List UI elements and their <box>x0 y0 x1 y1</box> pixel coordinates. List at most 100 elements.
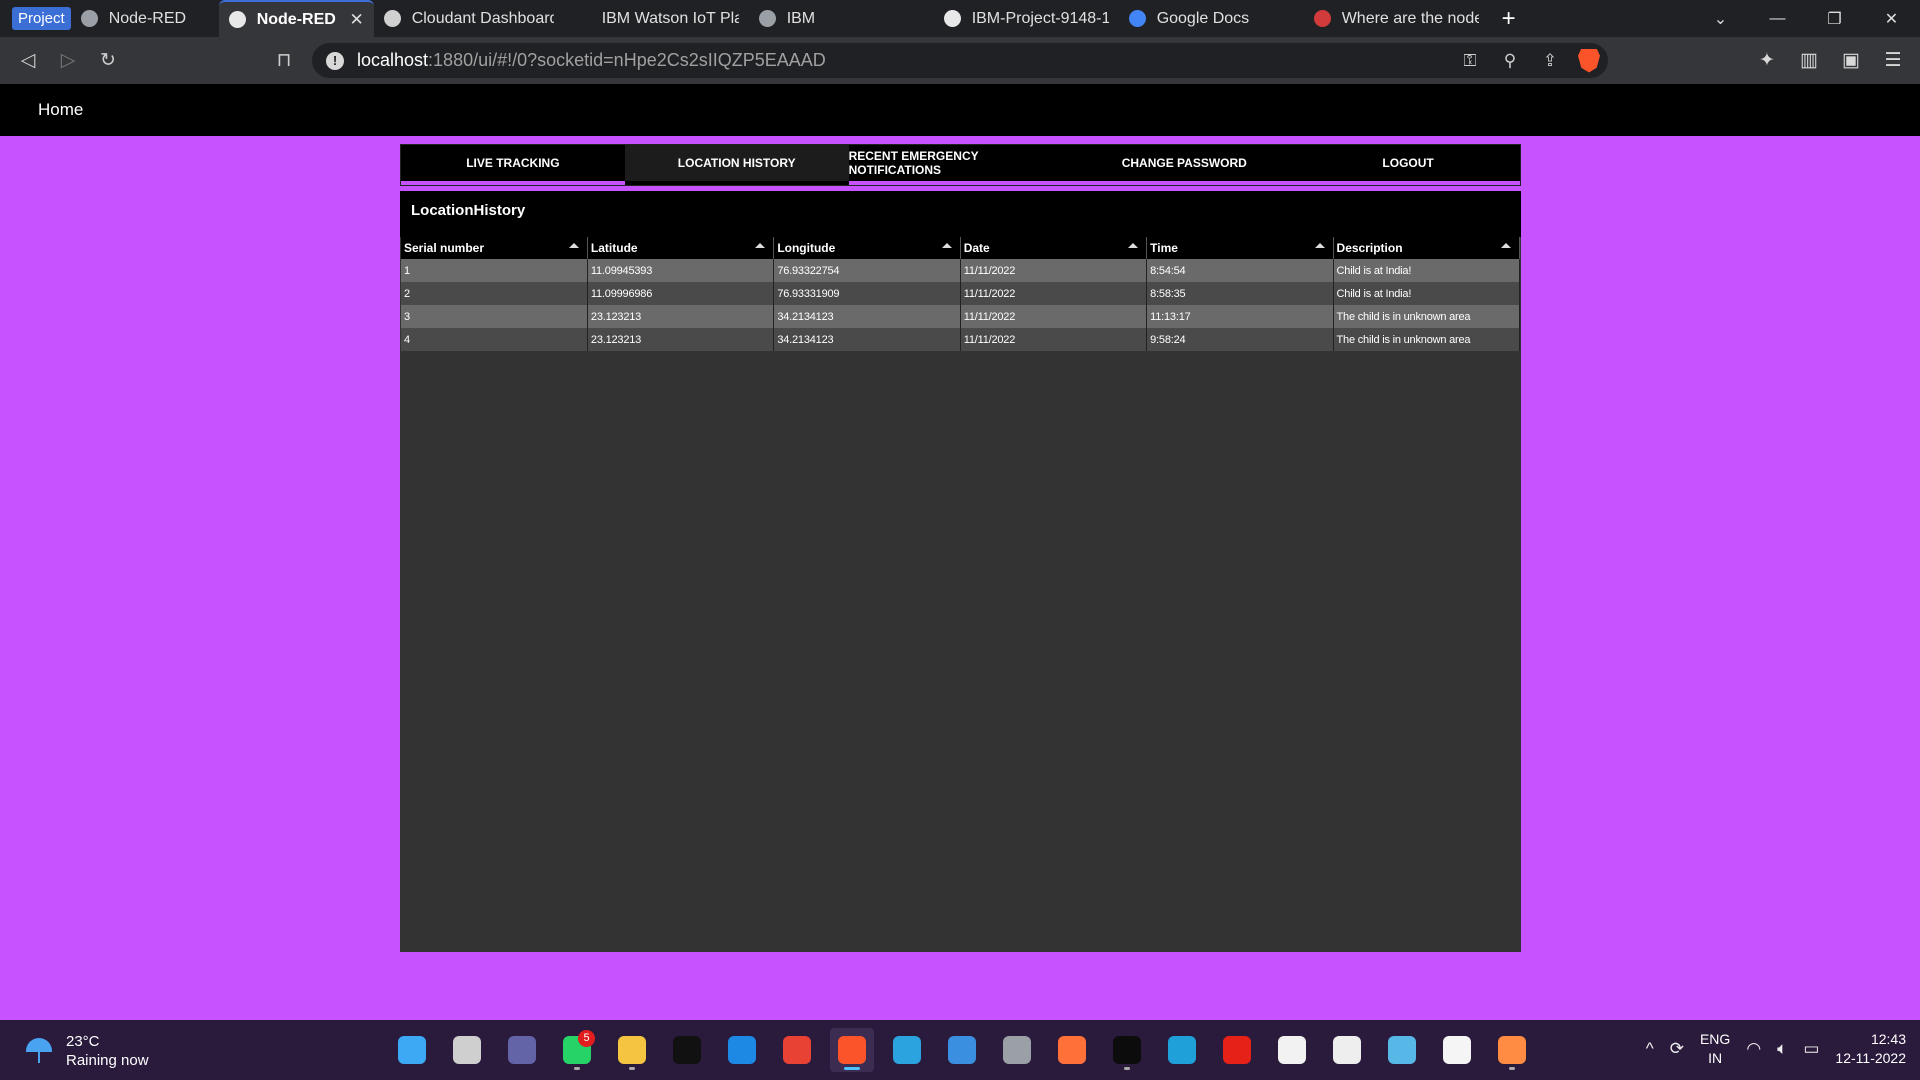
reload-icon[interactable]: ↻ <box>88 41 128 81</box>
whatsapp-taskbar-button[interactable]: 5 <box>555 1028 599 1072</box>
anydesk-taskbar-button[interactable] <box>1325 1028 1369 1072</box>
new-tab-button[interactable]: + <box>1489 0 1529 37</box>
github-icon <box>943 10 961 27</box>
brave-shields-icon[interactable] <box>1578 48 1600 73</box>
browser-tab[interactable]: Google Docs <box>1119 0 1304 37</box>
terminal-icon <box>1113 1036 1141 1064</box>
chrome-taskbar-button[interactable] <box>775 1028 819 1072</box>
table-row[interactable]: 4 23.123213 34.2134123 11/11/2022 9:58:24 The… <box>401 328 1521 351</box>
table-cell: 3 <box>401 305 588 328</box>
column-header[interactable]: Time <box>1146 237 1334 259</box>
sort-arrow-icon[interactable] <box>1314 243 1325 248</box>
paint-taskbar-button[interactable] <box>1380 1028 1424 1072</box>
weather-widget[interactable]: 23°C Raining now <box>24 1032 149 1070</box>
libreoffice-icon <box>728 1036 756 1064</box>
tab-search-icon[interactable]: ⌄ <box>1692 0 1749 37</box>
notepad-icon <box>948 1036 976 1064</box>
table-cell: 11:13:17 <box>1146 305 1334 328</box>
wifi-icon[interactable]: ◠ <box>1746 1039 1761 1059</box>
nav-tab[interactable]: LOCATION HISTORY <box>624 145 849 185</box>
tab-group-label[interactable]: Project <box>12 7 71 30</box>
table-cell: Child is at India! <box>1333 282 1521 305</box>
telegram-taskbar-button[interactable] <box>885 1028 929 1072</box>
browser-tab[interactable]: Node-RED Dashb ✕ <box>218 0 374 37</box>
column-header[interactable]: Description <box>1333 237 1521 259</box>
sublime-icon <box>1498 1036 1526 1064</box>
terminal-taskbar-button[interactable] <box>1105 1028 1149 1072</box>
intellij-taskbar-button[interactable] <box>665 1028 709 1072</box>
forward-icon[interactable]: ▷ <box>48 41 88 81</box>
python-file-taskbar-button[interactable] <box>1435 1028 1479 1072</box>
minimize-button[interactable]: — <box>1749 0 1806 37</box>
sidebar-icon[interactable]: ▥ <box>1788 49 1830 72</box>
table-row[interactable]: 3 23.123213 34.2134123 11/11/2022 11:13:17 Th… <box>401 305 1521 328</box>
close-window-button[interactable]: ✕ <box>1863 0 1920 37</box>
file-explorer-taskbar-button[interactable] <box>610 1028 654 1072</box>
browser-tab[interactable]: IBM-Project-9148-165 <box>934 0 1119 37</box>
close-tab-icon[interactable]: ✕ <box>349 10 363 30</box>
task-view-taskbar-button[interactable] <box>445 1028 489 1072</box>
sublime-taskbar-button[interactable] <box>1490 1028 1534 1072</box>
table-header-row: Serial number Latitude Longitude Date Time De… <box>401 237 1521 259</box>
settings-taskbar-button[interactable] <box>995 1028 1039 1072</box>
nav-tab[interactable]: CHANGE PASSWORD <box>1072 145 1297 185</box>
edge-taskbar-button[interactable] <box>1160 1028 1204 1072</box>
table-row[interactable]: 1 11.09945393 76.93322754 11/11/2022 8:54:54… <box>401 259 1521 282</box>
table-row[interactable]: 2 11.09996986 76.93331909 11/11/2022 8:58:35… <box>401 282 1521 305</box>
nav-tab[interactable]: LIVE TRACKING <box>401 145 625 185</box>
table-cell: 11/11/2022 <box>960 305 1148 328</box>
tab-title: Cloudant Dashboard <box>411 9 554 27</box>
site-info-icon[interactable]: ! <box>326 51 344 70</box>
sort-arrow-icon[interactable] <box>1501 243 1511 248</box>
browser-tab[interactable]: IBM Watson IoT Platf <box>564 0 749 37</box>
libreoffice-taskbar-button[interactable] <box>720 1028 764 1072</box>
clock[interactable]: 12:43 12-11-2022 <box>1835 1030 1906 1068</box>
column-header[interactable]: Longitude <box>773 237 961 259</box>
notepad-taskbar-button[interactable] <box>940 1028 984 1072</box>
share-icon[interactable]: ⇪ <box>1530 51 1570 71</box>
browser-tab[interactable]: Node-RED <box>71 0 219 37</box>
chrome-icon <box>783 1036 811 1064</box>
table-cell: 34.2134123 <box>773 328 961 351</box>
address-bar[interactable]: ! localhost:1880/ui/#!/0?socketid=nHpe2C… <box>312 43 1608 78</box>
extensions-icon[interactable]: ✦ <box>1746 49 1788 72</box>
browser-tab-bar: Project Node-RED Node-RED Dashb ✕ Cloudant … <box>0 0 1920 37</box>
menu-icon[interactable]: ☰ <box>1872 49 1914 72</box>
tab-title: IBM Watson IoT Platf <box>601 9 739 27</box>
sort-arrow-icon[interactable] <box>1128 243 1139 248</box>
column-header[interactable]: Latitude <box>587 237 775 259</box>
nav-tab[interactable]: RECENT EMERGENCY NOTIFICATIONS <box>848 145 1073 185</box>
weather-text: 23°C Raining now <box>66 1032 149 1070</box>
back-icon[interactable]: ◁ <box>8 41 48 81</box>
tray-overflow-icon[interactable]: ^ <box>1646 1039 1654 1059</box>
volume-icon[interactable]: 🔈︎ <box>1777 1039 1787 1059</box>
battery-icon[interactable]: ▭ <box>1803 1039 1819 1059</box>
sort-arrow-icon[interactable] <box>941 243 952 248</box>
sort-arrow-icon[interactable] <box>568 243 579 248</box>
youtube-music-taskbar-button[interactable] <box>1215 1028 1259 1072</box>
sync-icon[interactable]: ⟳ <box>1670 1039 1684 1059</box>
windows-start-taskbar-button[interactable] <box>390 1028 434 1072</box>
tab-strip: Node-RED Node-RED Dashb ✕ Cloudant Dashboar… <box>71 0 1489 37</box>
zoom-icon[interactable]: ⚲ <box>1490 51 1530 71</box>
browser-tab[interactable]: Cloudant Dashboard <box>374 0 564 37</box>
nav-tab[interactable]: LOGOUT <box>1296 145 1520 185</box>
column-header[interactable]: Date <box>960 237 1148 259</box>
browser-tab[interactable]: Where are the node-r <box>1304 0 1489 37</box>
column-header-label: Longitude <box>777 241 836 255</box>
maximize-button[interactable]: ❐ <box>1806 0 1863 37</box>
teams-chat-taskbar-button[interactable] <box>500 1028 544 1072</box>
column-header[interactable]: Serial number <box>401 237 588 259</box>
firefox-taskbar-button[interactable] <box>1050 1028 1094 1072</box>
teams-chat-icon <box>508 1036 536 1064</box>
bookmark-icon[interactable]: ⊓ <box>264 41 304 81</box>
key-icon[interactable]: ⚿ <box>1450 51 1490 71</box>
nfs-game-taskbar-button[interactable] <box>1270 1028 1314 1072</box>
wallet-icon[interactable]: ▣ <box>1830 49 1872 72</box>
brave-taskbar-button[interactable] <box>830 1028 874 1072</box>
column-header-label: Description <box>1336 241 1403 255</box>
language-indicator[interactable]: ENG IN <box>1700 1030 1730 1068</box>
browser-tab[interactable]: IBM <box>749 0 934 37</box>
sort-arrow-icon[interactable] <box>755 243 766 248</box>
url-text[interactable]: localhost:1880/ui/#!/0?socketid=nHpe2Cs2… <box>357 50 826 71</box>
